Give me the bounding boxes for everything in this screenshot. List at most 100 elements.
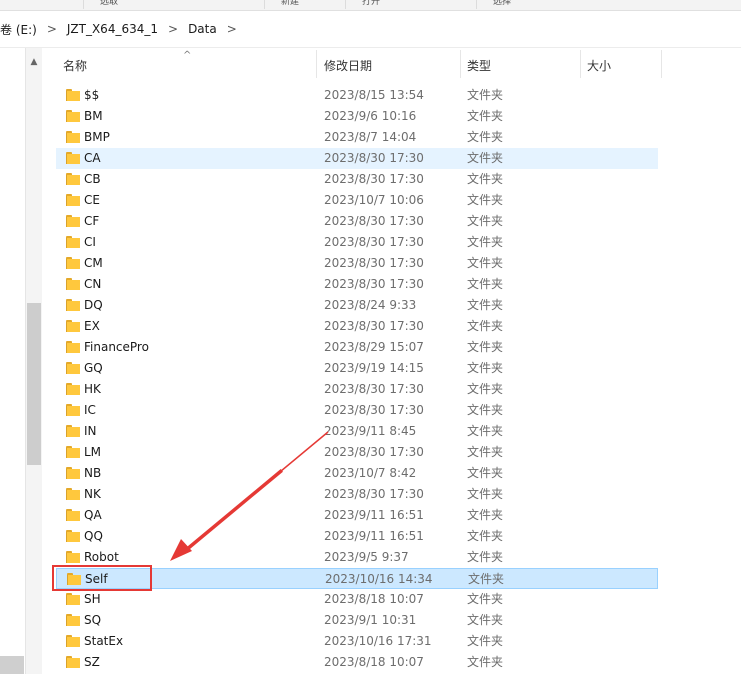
- file-row[interactable]: CE 2023/10/7 10:06 文件夹: [56, 190, 658, 211]
- file-date: 2023/10/16 14:34: [325, 572, 433, 586]
- left-scroll-thumb[interactable]: [0, 656, 24, 674]
- file-row[interactable]: CN 2023/8/30 17:30 文件夹: [56, 274, 658, 295]
- folder-icon: [66, 383, 80, 395]
- file-row[interactable]: LM 2023/8/30 17:30 文件夹: [56, 442, 658, 463]
- file-row[interactable]: CB 2023/8/30 17:30 文件夹: [56, 169, 658, 190]
- file-type: 文件夹: [467, 319, 504, 333]
- file-date: 2023/8/30 17:30: [324, 445, 424, 459]
- file-date: 2023/8/24 9:33: [324, 298, 417, 312]
- breadcrumb-chevron-icon[interactable]: >: [168, 22, 178, 36]
- file-row[interactable]: DQ 2023/8/24 9:33 文件夹: [56, 295, 658, 316]
- ribbon-label: 新建: [281, 0, 300, 5]
- column-divider[interactable]: [661, 50, 662, 78]
- file-row[interactable]: BM 2023/9/6 10:16 文件夹: [56, 106, 658, 127]
- file-type: 文件夹: [467, 466, 504, 480]
- folder-icon: [66, 341, 80, 353]
- file-row[interactable]: CM 2023/8/30 17:30 文件夹: [56, 253, 658, 274]
- ribbon-button-selection[interactable]: 选择: [476, 0, 587, 9]
- file-date: 2023/8/30 17:30: [324, 382, 424, 396]
- folder-icon: [66, 362, 80, 374]
- file-row[interactable]: IC 2023/8/30 17:30 文件夹: [56, 400, 658, 421]
- file-date: 2023/8/30 17:30: [324, 403, 424, 417]
- file-row[interactable]: NK 2023/8/30 17:30 文件夹: [56, 484, 658, 505]
- file-row[interactable]: NB 2023/10/7 8:42 文件夹: [56, 463, 658, 484]
- folder-icon: [66, 425, 80, 437]
- folder-icon: [66, 320, 80, 332]
- file-type: 文件夹: [467, 529, 504, 543]
- breadcrumb: 卷 (E:) > JZT_X64_634_1 > Data >: [0, 11, 247, 47]
- column-header-name[interactable]: 名称: [63, 48, 87, 80]
- file-date: 2023/9/11 8:45: [324, 424, 417, 438]
- file-date: 2023/8/30 17:30: [324, 235, 424, 249]
- file-name: StatEx: [84, 634, 124, 648]
- file-type: 文件夹: [468, 572, 505, 586]
- file-row[interactable]: CI 2023/8/30 17:30 文件夹: [56, 232, 658, 253]
- column-divider[interactable]: [580, 50, 581, 78]
- ribbon-strip: 选取 新建 打开 选择: [0, 0, 741, 11]
- folder-icon: [66, 530, 80, 542]
- breadcrumb-drive[interactable]: 卷 (E:): [0, 21, 37, 38]
- ribbon-button-open[interactable]: 打开: [345, 0, 476, 9]
- ribbon-button-select[interactable]: 选取: [83, 0, 264, 9]
- column-header-size[interactable]: 大小: [587, 48, 611, 80]
- column-divider[interactable]: [460, 50, 461, 78]
- file-name: IN: [84, 424, 97, 438]
- column-header-date[interactable]: 修改日期: [324, 48, 372, 80]
- file-name: CF: [84, 214, 100, 228]
- file-row[interactable]: $$ 2023/8/15 13:54 文件夹: [56, 85, 658, 106]
- breadcrumb-folder-data[interactable]: Data: [188, 22, 217, 36]
- column-divider[interactable]: [316, 50, 317, 78]
- file-type: 文件夹: [467, 634, 504, 648]
- ribbon-button-new[interactable]: 新建: [264, 0, 345, 9]
- folder-icon: [66, 89, 80, 101]
- file-row[interactable]: FinancePro 2023/8/29 15:07 文件夹: [56, 337, 658, 358]
- file-row[interactable]: SZ 2023/8/18 10:07 文件夹: [56, 652, 658, 673]
- folder-icon: [66, 257, 80, 269]
- file-name: QQ: [84, 529, 103, 543]
- file-type: 文件夹: [467, 277, 504, 291]
- file-row[interactable]: HK 2023/8/30 17:30 文件夹: [56, 379, 658, 400]
- file-name: CA: [84, 151, 101, 165]
- nav-scrollbar-thumb[interactable]: [27, 303, 41, 465]
- file-name: NK: [84, 487, 101, 501]
- file-date: 2023/9/11 16:51: [324, 529, 424, 543]
- file-row[interactable]: IN 2023/9/11 8:45 文件夹: [56, 421, 658, 442]
- file-name: BM: [84, 109, 103, 123]
- file-row[interactable]: GQ 2023/9/19 14:15 文件夹: [56, 358, 658, 379]
- file-type: 文件夹: [467, 382, 504, 396]
- file-name: CN: [84, 277, 102, 291]
- file-row[interactable]: BMP 2023/8/7 14:04 文件夹: [56, 127, 658, 148]
- file-row[interactable]: CF 2023/8/30 17:30 文件夹: [56, 211, 658, 232]
- file-type: 文件夹: [467, 298, 504, 312]
- folder-icon: [66, 614, 80, 626]
- address-bar[interactable]: 卷 (E:) > JZT_X64_634_1 > Data >: [0, 11, 741, 48]
- file-row[interactable]: SH 2023/8/18 10:07 文件夹: [56, 589, 658, 610]
- file-date: 2023/8/30 17:30: [324, 172, 424, 186]
- file-row[interactable]: EX 2023/8/30 17:30 文件夹: [56, 316, 658, 337]
- folder-icon: [66, 278, 80, 290]
- file-row[interactable]: CA 2023/8/30 17:30 文件夹: [56, 148, 658, 169]
- breadcrumb-folder-jzt[interactable]: JZT_X64_634_1: [67, 22, 158, 36]
- file-row[interactable]: QQ 2023/9/11 16:51 文件夹: [56, 526, 658, 547]
- breadcrumb-chevron-icon[interactable]: >: [47, 22, 57, 36]
- file-type: 文件夹: [467, 214, 504, 228]
- column-header-row: ^ 名称 修改日期 类型 大小: [50, 48, 662, 80]
- file-name: BMP: [84, 130, 110, 144]
- folder-icon: [66, 215, 80, 227]
- file-name: QA: [84, 508, 102, 522]
- file-date: 2023/8/18 10:07: [324, 592, 424, 606]
- folder-icon: [66, 467, 80, 479]
- file-row[interactable]: StatEx 2023/10/16 17:31 文件夹: [56, 631, 658, 652]
- file-date: 2023/8/15 13:54: [324, 88, 424, 102]
- sort-ascending-icon: ^: [183, 50, 192, 61]
- folder-icon: [66, 152, 80, 164]
- file-name: CB: [84, 172, 101, 186]
- navigation-pane: ▲: [0, 48, 42, 674]
- file-row[interactable]: QA 2023/9/11 16:51 文件夹: [56, 505, 658, 526]
- column-header-type[interactable]: 类型: [467, 48, 491, 80]
- annotation-highlight-box: [52, 565, 152, 591]
- file-row[interactable]: SQ 2023/9/1 10:31 文件夹: [56, 610, 658, 631]
- breadcrumb-chevron-icon[interactable]: >: [227, 22, 237, 36]
- scroll-up-arrow-icon[interactable]: ▲: [30, 58, 38, 67]
- file-date: 2023/9/11 16:51: [324, 508, 424, 522]
